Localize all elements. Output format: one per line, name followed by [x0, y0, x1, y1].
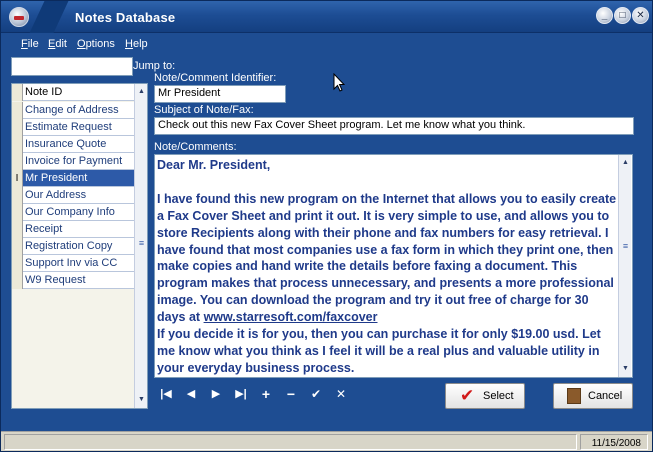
- row-indicator: [12, 204, 23, 221]
- scroll-down-icon[interactable]: ▼: [620, 363, 631, 374]
- list-item[interactable]: Registration Copy: [12, 238, 134, 255]
- subject-label: Subject of Note/Fax:: [154, 104, 254, 116]
- first-record-icon[interactable]: |◀: [156, 384, 176, 404]
- notes-label: Note/Comments:: [154, 141, 237, 153]
- select-button[interactable]: ✔ Select: [445, 383, 525, 409]
- notes-body: I have found this new program on the Int…: [157, 191, 617, 325]
- list-item[interactable]: Our Company Info: [12, 204, 134, 221]
- list-item[interactable]: Receipt: [12, 221, 134, 238]
- window-title: Notes Database: [75, 10, 176, 25]
- exit-door-icon: [567, 388, 581, 404]
- select-button-label: Select: [483, 390, 514, 402]
- row-indicator: [12, 102, 23, 119]
- column-header-note-id: Note ID: [25, 86, 63, 98]
- row-indicator: [12, 221, 23, 238]
- minimize-icon[interactable]: _: [596, 7, 613, 24]
- menu-bar: File Edit Options Help: [1, 34, 652, 54]
- next-record-icon[interactable]: ▶: [206, 384, 226, 404]
- faxcover-link[interactable]: www.starresoft.com/faxcover: [204, 310, 378, 324]
- scroll-up-icon[interactable]: ▲: [136, 86, 147, 97]
- cancel-button-label: Cancel: [588, 390, 623, 402]
- list-header[interactable]: Note ID: [12, 84, 134, 101]
- notes-database-window: Notes Database _ □ ✕ File Edit Options H…: [0, 0, 653, 452]
- record-navigator: |◀ ◀ ▶ ▶| + − ✔ ✕: [156, 384, 356, 404]
- row-indicator: [12, 84, 23, 101]
- menu-options[interactable]: Options: [77, 38, 115, 50]
- status-panel-main: [4, 434, 577, 450]
- row-indicator: [12, 153, 23, 170]
- status-date: 11/15/2008: [591, 438, 641, 449]
- delete-record-icon[interactable]: −: [281, 384, 301, 404]
- text-cursor-icon: I: [12, 170, 23, 187]
- row-indicator: [12, 187, 23, 204]
- row-indicator: [12, 238, 23, 255]
- cancel-edit-icon[interactable]: ✕: [331, 384, 351, 404]
- app-icon[interactable]: [9, 7, 29, 27]
- list-scrollbar[interactable]: ▲ ≡ ▼: [134, 84, 147, 408]
- notes-textarea[interactable]: Dear Mr. President, I have found this ne…: [154, 154, 633, 378]
- title-bar[interactable]: Notes Database _ □ ✕: [1, 1, 652, 33]
- post-edit-icon[interactable]: ✔: [306, 384, 326, 404]
- notes-content: Dear Mr. President, I have found this ne…: [157, 157, 617, 377]
- status-bar: 11/15/2008: [1, 431, 652, 451]
- note-id-list[interactable]: Note ID Change of Address Estimate Reque…: [11, 83, 148, 409]
- maximize-icon[interactable]: □: [614, 7, 631, 24]
- list-item[interactable]: Our Address: [12, 187, 134, 204]
- checkmark-icon: ✔: [460, 386, 475, 405]
- row-indicator: [12, 255, 23, 272]
- close-icon[interactable]: ✕: [632, 7, 649, 24]
- insert-record-icon[interactable]: +: [256, 384, 276, 404]
- list-item[interactable]: Estimate Request: [12, 119, 134, 136]
- menu-edit[interactable]: Edit: [48, 38, 67, 50]
- identifier-input[interactable]: Mr President: [154, 85, 286, 103]
- subject-input[interactable]: Check out this new Fax Cover Sheet progr…: [154, 117, 634, 135]
- notes-scrollbar[interactable]: ▲ ≡ ▼: [618, 155, 631, 377]
- scroll-down-icon[interactable]: ▼: [136, 394, 147, 405]
- mouse-pointer-icon: [333, 73, 345, 92]
- row-indicator: [12, 119, 23, 136]
- scroll-up-icon[interactable]: ▲: [620, 157, 631, 168]
- jump-to-input[interactable]: [11, 57, 133, 76]
- scroll-grip-icon[interactable]: ≡: [621, 241, 630, 251]
- last-record-icon[interactable]: ▶|: [231, 384, 251, 404]
- notes-closing: If you decide it is for you, then you ca…: [157, 327, 601, 375]
- list-item[interactable]: W9 Request: [12, 272, 134, 289]
- identifier-label: Note/Comment Identifier:: [154, 72, 277, 84]
- cancel-button[interactable]: Cancel: [553, 383, 633, 409]
- prior-record-icon[interactable]: ◀: [181, 384, 201, 404]
- scroll-grip-icon[interactable]: ≡: [137, 238, 146, 248]
- jump-to-label: Jump to:: [133, 60, 176, 72]
- list-item[interactable]: Support Inv via CC: [12, 255, 134, 272]
- menu-file[interactable]: File: [21, 38, 39, 50]
- row-indicator: [12, 136, 23, 153]
- status-panel-date: 11/15/2008: [580, 434, 648, 450]
- list-item-selected[interactable]: I Mr President: [12, 170, 134, 187]
- row-indicator: [12, 272, 23, 289]
- list-item[interactable]: Change of Address: [12, 102, 134, 119]
- menu-help[interactable]: Help: [125, 38, 148, 50]
- list-item[interactable]: Invoice for Payment: [12, 153, 134, 170]
- notes-greeting: Dear Mr. President,: [157, 158, 271, 172]
- title-bar-notch: [29, 1, 69, 33]
- list-item[interactable]: Insurance Quote: [12, 136, 134, 153]
